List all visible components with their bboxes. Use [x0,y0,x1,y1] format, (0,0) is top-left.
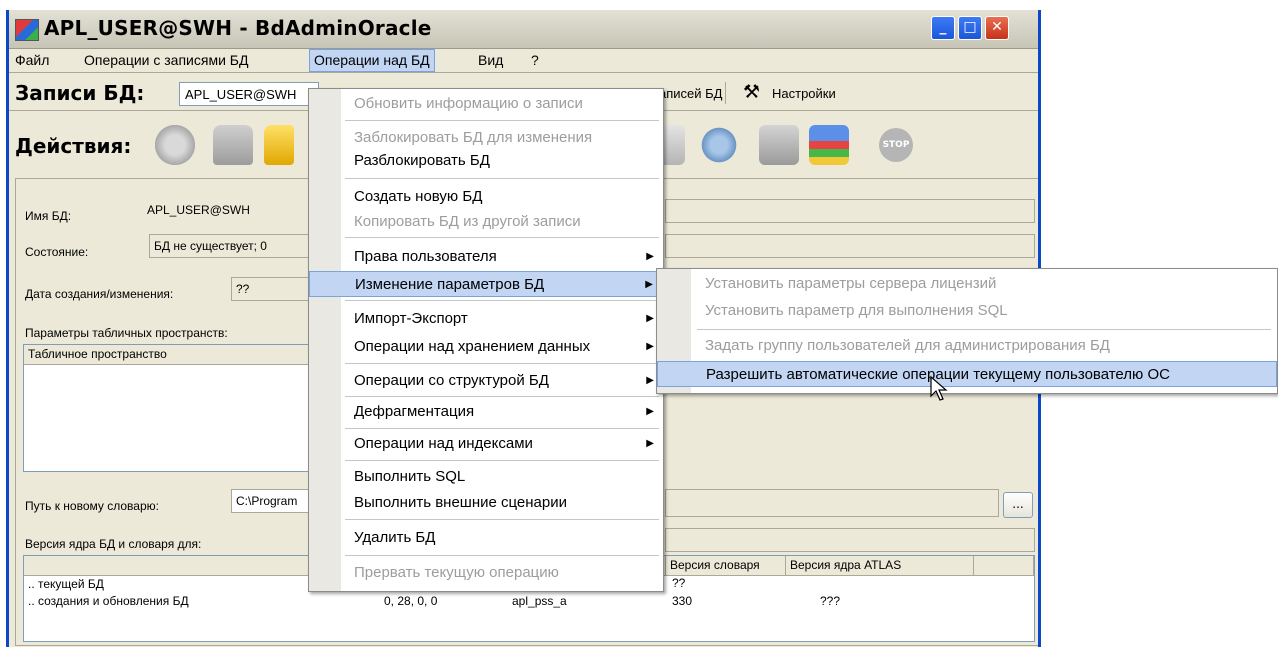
settings-icon[interactable]: ⚒ [743,81,765,103]
col-filler [974,556,1034,576]
minimize-button[interactable]: _ [931,16,955,40]
dropdown-separator [345,428,659,429]
submenu-arrow-icon: ▶ [645,279,653,290]
menu-item-abort-operation[interactable]: Прервать текущую операцию [309,560,663,586]
menu-item-copy-db[interactable]: Копировать БД из другой записи [309,209,663,235]
actions-label: Действия: [15,134,132,158]
menu-item-unlock-db[interactable]: Разблокировать БД [309,148,663,174]
mouse-cursor-icon [930,375,948,401]
submenu-item-admin-group[interactable]: Задать группу пользователей для админист… [657,333,1277,359]
row-create-c2: apl_pss_a [512,594,567,608]
dropdown-separator [345,519,659,520]
col-atlas-version[interactable]: Версия ядра ATLAS [786,556,974,576]
dict-path-input[interactable]: C:\Program [231,489,317,513]
version-label: Версия ядра БД и словаря для: [25,537,202,551]
toolbar-separator [725,82,726,104]
menu-item-change-params[interactable]: Изменение параметров БД ▶ [309,271,663,297]
menu-item-defragmentation[interactable]: Дефрагментация ▶ [309,399,663,425]
db-name-field-tail [665,199,1035,223]
refresh-icon[interactable] [155,125,195,165]
browse-button[interactable]: ... [1003,492,1033,518]
dropdown-separator [345,555,659,556]
menu-db-ops[interactable]: Операции над БД [309,49,435,72]
records-combo[interactable]: APL_USER@SWH [179,82,319,106]
col-dict-version[interactable]: Версия словаря [666,556,786,576]
dict-path-input-tail[interactable] [665,489,999,517]
state-label: Состояние: [25,245,89,259]
menu-item-storage-ops[interactable]: Операции над хранением данных ▶ [309,334,663,360]
window-title: APL_USER@SWH - BdAdminOracle [44,16,432,40]
menu-help[interactable]: ? [531,52,539,68]
unlock-icon[interactable] [264,125,294,165]
title-bar[interactable]: APL_USER@SWH - BdAdminOracle _ □ ✕ [9,10,1038,49]
db-stack-icon[interactable] [809,125,849,165]
date-value: ?? [231,277,317,301]
close-button[interactable]: ✕ [985,16,1009,40]
submenu-arrow-icon: ▶ [646,438,654,449]
db-ops-dropdown: Обновить информацию о записи Заблокирова… [308,88,664,592]
menu-item-index-ops[interactable]: Операции над индексами ▶ [309,431,663,457]
settings-label[interactable]: Настройки [772,86,836,101]
maximize-button[interactable]: □ [958,16,982,40]
menu-records-ops[interactable]: Операции с записями БД [84,52,248,68]
dropdown-separator [345,237,659,238]
row-create-dict: 330 [672,594,693,608]
dropdown-separator [345,120,659,121]
dict-path-label: Путь к новому словарю: [25,499,159,513]
tablespace-column-header[interactable]: Табличное пространство [24,345,316,365]
date-label: Дата создания/изменения: [25,287,174,301]
row-create-atlas: ??? [820,594,841,608]
menu-item-user-rights[interactable]: Права пользователя ▶ [309,244,663,270]
menu-view[interactable]: Вид [478,52,503,68]
submenu-item-allow-auto-ops[interactable]: Разрешить автоматические операции текуще… [657,361,1277,387]
menu-item-structure-ops[interactable]: Операции со структурой БД ▶ [309,368,663,394]
state-value: БД не существует; 0 [149,234,317,258]
app-icon [15,19,39,41]
tablespace-list[interactable]: Табличное пространство [23,344,317,472]
row-create-name: .. создания и обновления БД [28,594,189,608]
state-field-tail [665,234,1035,258]
dropdown-separator [345,460,659,461]
records-label: Записи БД: [15,81,145,105]
menu-file[interactable]: Файл [15,52,49,68]
stop-icon[interactable]: STOP [879,128,913,162]
dropdown-separator [345,396,659,397]
dropdown-separator [345,300,659,301]
submenu-item-sql-param[interactable]: Установить параметр для выполнения SQL [657,298,1277,324]
menu-item-refresh-info[interactable]: Обновить информацию о записи [309,91,663,117]
menu-bar: Файл Операции с записями БД Операции над… [9,49,1038,73]
submenu-separator [697,329,1271,330]
row-current-dict: ?? [672,576,686,590]
menu-item-import-export[interactable]: Импорт-Экспорт ▶ [309,306,663,332]
submenu-arrow-icon: ▶ [646,375,654,386]
dropdown-separator [345,178,659,179]
tablespace-params-label: Параметры табличных пространств: [25,326,228,340]
gear-run-icon[interactable] [699,125,739,165]
submenu-arrow-icon: ▶ [646,251,654,262]
menu-item-create-db[interactable]: Создать новую БД [309,184,663,210]
version-label-tail [665,528,1035,552]
menu-item-run-sql[interactable]: Выполнить SQL [309,464,663,490]
disk-icon[interactable] [759,125,799,165]
submenu-arrow-icon: ▶ [646,341,654,352]
row-create-c1: 0, 28, 0, 0 [384,594,438,608]
submenu-arrow-icon: ▶ [646,313,654,324]
submenu-item-license-server[interactable]: Установить параметры сервера лицензий [657,271,1277,297]
row-current-name: .. текущей БД [28,577,104,591]
records-tail-label[interactable]: аписей БД [659,86,722,101]
change-params-submenu: Установить параметры сервера лицензий Ус… [656,268,1278,394]
db-name-value: APL_USER@SWH [147,203,250,217]
menu-item-run-scripts[interactable]: Выполнить внешние сценарии [309,490,663,516]
menu-item-delete-db[interactable]: Удалить БД [309,525,663,551]
submenu-arrow-icon: ▶ [646,406,654,417]
dropdown-separator [345,363,659,364]
db-name-label: Имя БД: [25,209,72,223]
lock-icon[interactable] [213,125,253,165]
